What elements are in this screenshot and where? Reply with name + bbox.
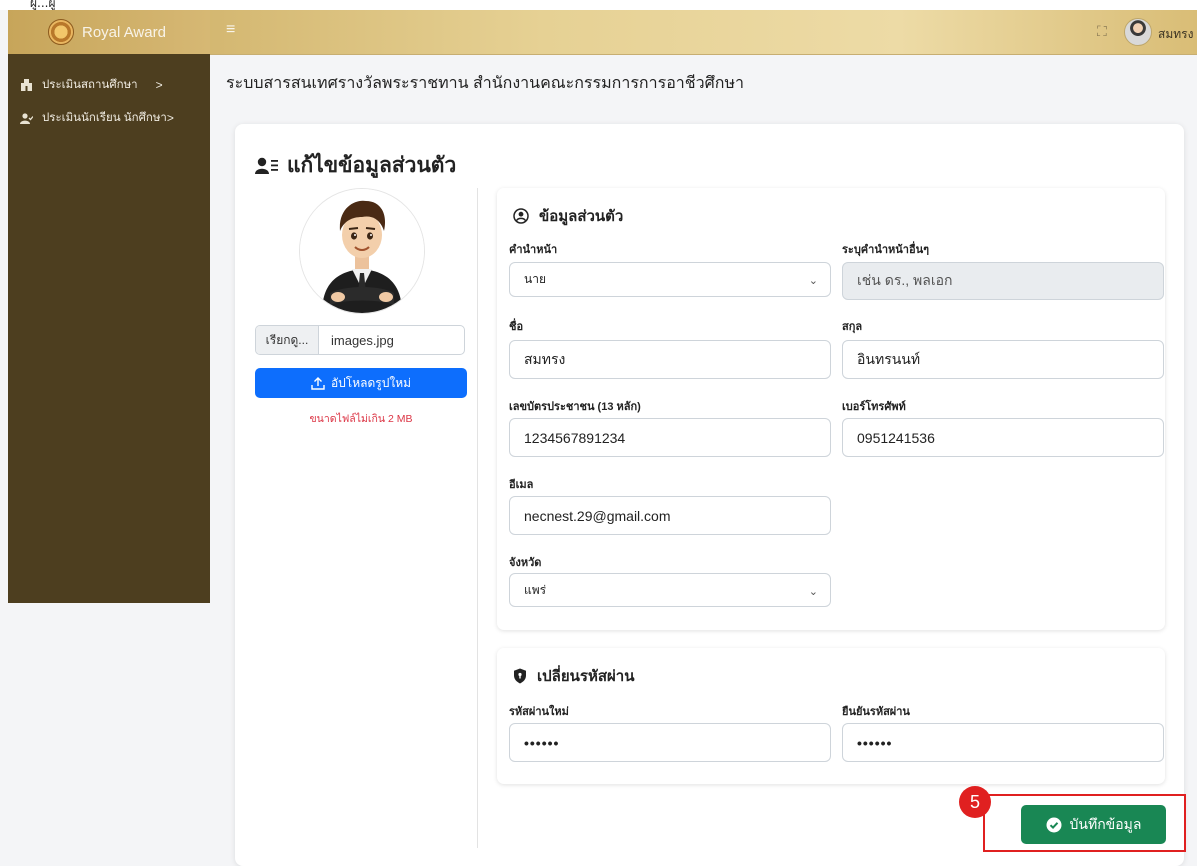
file-name: images.jpg [331,332,394,348]
province-value: แพร่ [524,582,547,597]
sidebar-item-label: ประเมินนักเรียน นักศึกษา [42,112,167,124]
upload-button-label: อัปโหลดรูปใหม่ [330,375,412,390]
page-title: ระบบสารสนเทศรางวัลพระราชทาน สำนักงานคณะก… [226,75,744,92]
chevron-down-icon: ⌄ [808,275,818,287]
annotation-highlight-box [983,794,1186,852]
change-password-section: เปลี่ยนรหัสผ่าน รหัสผ่านใหม่ •••••• ยืนย… [497,648,1165,784]
chevron-right-icon: > [166,111,174,125]
phone-input[interactable]: 0951241536 [842,418,1164,457]
sidebar: ประเมินสถานศึกษา > ประเมินนักเรียน นักศึ… [8,54,210,603]
column-divider [477,188,478,848]
email-input[interactable]: necnest.29@gmail.com [509,496,831,535]
confirm-password-input[interactable]: •••••• [842,723,1164,762]
browse-button[interactable]: เรียกดู... [256,326,319,354]
brand-logo [48,19,74,45]
email-label: อีเมล [509,479,534,491]
last-name-label: สกุล [842,321,863,333]
file-input[interactable]: เรียกดู... images.jpg [255,325,465,355]
profile-image [299,188,425,314]
section-title: เปลี่ยนรหัสผ่าน [513,664,634,688]
personal-info-section: ข้อมูลส่วนตัว คำนำหน้า นาย ⌄ ระบุคำนำหน้… [497,188,1165,630]
section-title: ข้อมูลส่วนตัว [513,204,623,228]
sidebar-item-school-evaluation[interactable]: ประเมินสถานศึกษา > [18,76,163,94]
other-prefix-label: ระบุคำนำหน้าอื่นๆ [842,244,930,256]
new-password-value: •••••• [524,734,560,751]
sidebar-item-label: ประเมินสถานศึกษา [42,79,138,91]
top-header: Royal Award ≡ ⛶ สมทรง [8,10,1197,55]
prefix-label: คำนำหน้า [509,244,558,256]
province-label: จังหวัด [509,557,542,569]
file-size-note: ขนาดไฟล์ไม่เกิน 2 MB [309,413,413,425]
fullscreen-icon[interactable]: ⛶ [1097,23,1107,40]
confirm-password-label: ยืนยันรหัสผ่าน [842,706,910,718]
first-name-input[interactable]: สมทรง [509,340,831,379]
id-number-label: เลขบัตรประชาชน (13 หลัก) [509,401,641,413]
username[interactable]: สมทรง [1158,25,1193,44]
section-title-text: เปลี่ยนรหัสผ่าน [537,668,635,685]
confirm-password-value: •••••• [857,734,893,751]
upload-icon [311,376,325,390]
building-icon [18,79,34,91]
brand-name: Royal Award [82,23,166,41]
id-number-input[interactable]: 1234567891234 [509,418,831,457]
prefix-value: นาย [524,272,546,286]
annotation-step-badge: 5 [959,786,991,818]
sidebar-item-student-evaluation[interactable]: ประเมินนักเรียน นักศึกษา > [18,109,174,127]
phone-label: เบอร์โทรศัพท์ [842,401,906,413]
shield-icon [514,668,526,684]
last-name-input[interactable]: อินทรนนท์ [842,340,1164,379]
section-title-text: ข้อมูลส่วนตัว [539,208,624,225]
upload-button[interactable]: อัปโหลดรูปใหม่ [255,368,467,398]
menu-icon[interactable]: ≡ [226,21,235,39]
user-check-icon [18,112,34,124]
profile-card: แก้ไขข้อมูลส่วนตัว เรียกดู... images.jpg… [235,124,1184,866]
province-select[interactable]: แพร่ ⌄ [509,573,831,607]
new-password-input[interactable]: •••••• [509,723,831,762]
chevron-down-icon: ⌄ [808,586,818,598]
user-circle-icon [513,208,529,224]
prefix-select[interactable]: นาย ⌄ [509,262,831,297]
first-name-label: ชื่อ [509,321,524,333]
avatar[interactable] [1124,18,1152,46]
chevron-right-icon: > [155,78,163,92]
card-title: แก้ไขข้อมูลส่วนตัว [255,149,456,182]
brand[interactable]: Royal Award [8,10,210,54]
other-prefix-input[interactable]: เช่น ดร., พลเอก [842,262,1164,300]
card-title-text: แก้ไขข้อมูลส่วนตัว [287,154,457,177]
new-password-label: รหัสผ่านใหม่ [509,706,569,718]
top-strip: ผู้...ผู้ [0,0,1197,10]
user-edit-icon [255,157,278,174]
